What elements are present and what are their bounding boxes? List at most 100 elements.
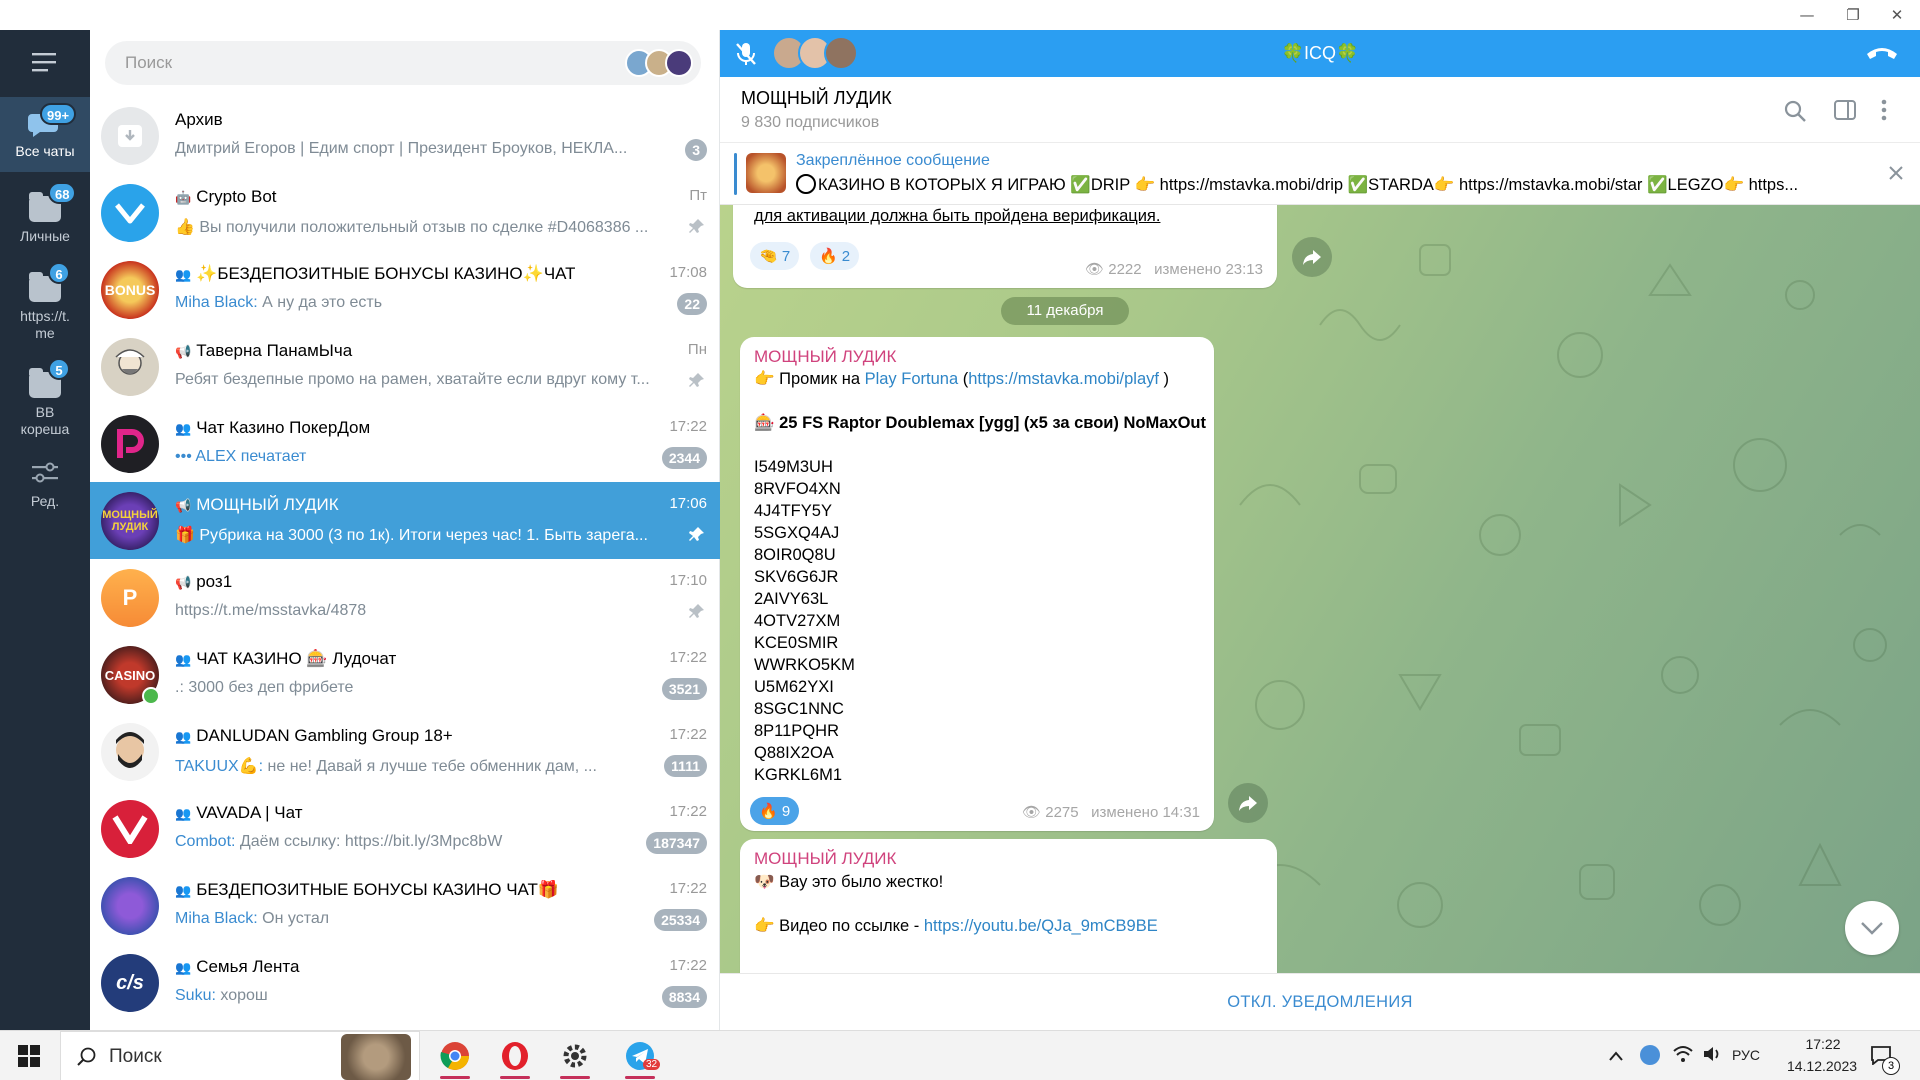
forward-icon [1303, 250, 1321, 265]
chat-row[interactable]: P 📢 роз1 17:10 https://t.me/msstavka/4878 [90, 559, 720, 636]
mute-button[interactable]: ОТКЛ. УВЕДОМЛЕНИЯ [1227, 993, 1412, 1012]
chat-row[interactable]: c/s 👥 Семья Лента 17:22 Suku: хорош 8834 [90, 944, 720, 1021]
chat-name: 📢 МОЩНЫЙ ЛУДИК [175, 495, 575, 515]
message-author[interactable]: МОЩНЫЙ ЛУДИК [754, 347, 896, 367]
pinned-label: Закреплённое сообщение [796, 152, 990, 169]
folder-bb-koresha[interactable]: BB кореша 5 [0, 358, 90, 438]
more-icon[interactable] [1880, 98, 1888, 127]
windows-start-icon[interactable] [18, 1045, 40, 1072]
online-indicator [142, 687, 160, 705]
chat-time: 17:22 [669, 880, 707, 897]
group-icon: 👥 [175, 421, 192, 436]
promo-code: KCE0SMIR [754, 634, 839, 652]
chat-row-selected[interactable]: МОЩНЫЙ ЛУДИК 📢 МОЩНЫЙ ЛУДИК 17:06 🎁 Рубрик… [90, 482, 720, 559]
pinned-message-bar[interactable]: Закреплённое сообщение КАЗИНО В КОТОРЫХ … [720, 143, 1920, 205]
taskbar-search[interactable]: Поиск [60, 1031, 420, 1080]
message-bubble[interactable]: МОЩНЫЙ ЛУДИК 🐶 Вау это было жестко! 👉 Ви… [740, 839, 1277, 973]
folder-label: Личные [20, 228, 70, 244]
forward-icon [1239, 796, 1257, 811]
promo-code: 8OIR0Q8U [754, 546, 836, 564]
reaction-count: 7 [781, 247, 791, 265]
minimize-button[interactable]: — [1784, 0, 1830, 30]
chat-preview: .: 3000 без деп фрибете [175, 679, 354, 696]
volume-icon[interactable] [1702, 1045, 1722, 1068]
unread-badge: 187347 [646, 832, 707, 854]
chat-row[interactable]: 👥 Чат Казино ПокерДом 17:22 ••• ALEX печа… [90, 405, 720, 482]
chevron-up-icon[interactable] [1608, 1048, 1624, 1068]
unread-badge: 8834 [661, 986, 707, 1008]
folder-personal[interactable]: Личные 68 [0, 182, 90, 252]
close-pinned-icon[interactable] [1887, 164, 1905, 187]
search-icon [77, 1047, 96, 1066]
pin-icon [689, 373, 704, 387]
promo-code: WWRKO5KM [754, 656, 855, 674]
chat-row[interactable]: CASINO 👥 ЧАТ КАЗИНО 🎰 Лудочат 17:22 .: 30… [90, 636, 720, 713]
pin-icon [689, 527, 704, 541]
close-button[interactable]: ✕ [1874, 0, 1920, 30]
message-bubble[interactable]: МОЩНЫЙ ЛУДИК 👉 Промик на Play Fortuna (h… [740, 337, 1214, 831]
story-avatar[interactable] [665, 49, 693, 77]
promo-code: 8P11PQHR [754, 722, 839, 740]
hamburger-icon[interactable] [30, 50, 60, 74]
clock-time[interactable]: 17:22 [1778, 1036, 1868, 1052]
chat-row[interactable]: 🤖 Crypto Bot Пт 👍 Вы получили положительн… [90, 174, 720, 251]
group-icon: 👥 [175, 806, 192, 821]
reaction-chip[interactable]: 🔥 2 [809, 242, 860, 270]
taskbar-app-settings[interactable] [550, 1031, 600, 1080]
taskbar-app-telegram[interactable]: 32 [615, 1031, 665, 1080]
preview-text: не не! Давай я лучше тебе обменник дам, … [263, 758, 597, 775]
preview-text: Даём ссылку: https://bit.ly/3Mpc8bW [235, 833, 503, 850]
search-input[interactable] [125, 41, 605, 85]
chat-time: 17:10 [669, 572, 707, 589]
hangup-icon[interactable] [1864, 40, 1900, 71]
text-link[interactable]: Play Fortuna [865, 370, 959, 388]
participant-avatar [824, 36, 858, 70]
unread-badge: 22 [677, 293, 707, 315]
tray-app-icon[interactable] [1640, 1045, 1660, 1065]
chat-title: VAVADA | Чат [196, 803, 303, 822]
taskbar-app-chrome[interactable] [430, 1031, 480, 1080]
edit-folders[interactable]: Ред. [0, 455, 90, 515]
text-span: ) [1158, 370, 1170, 388]
taskbar-app-opera[interactable] [490, 1031, 540, 1080]
unread-badge: 3521 [661, 678, 707, 700]
chat-row[interactable]: 👥 БЕЗДЕПОЗИТНЫЕ БОНУСЫ КАЗИНО ЧАТ🎁 17:22 … [90, 867, 720, 944]
chat-avatar: P [101, 569, 159, 627]
group-icon: 👥 [175, 883, 192, 898]
restore-button[interactable]: ❐ [1830, 0, 1876, 30]
chat-row[interactable]: BONUS 👥 ✨БЕЗДЕПОЗИТНЫЕ БОНУСЫ КАЗИНО✨ЧАТ … [90, 251, 720, 328]
folder-tme[interactable]: https://t.me 6 [0, 262, 90, 342]
search-icon[interactable] [1783, 99, 1807, 128]
chat-row[interactable]: 👥 DANLUDAN Gambling Group 18+ 17:22 TAKUU… [90, 713, 720, 790]
channel-icon: 📢 [175, 498, 192, 513]
reaction-chip[interactable]: 🔥 9 [750, 797, 800, 825]
reactions: 🔥 9 [750, 797, 805, 825]
chat-row[interactable]: 📢 Таверна ПанамЫча Пн Ребят бездепные про… [90, 328, 720, 405]
forward-button[interactable] [1292, 237, 1332, 277]
chat-row[interactable]: 👥 VAVADA | Чат 17:22 Combot: Даём ссылку:… [90, 790, 720, 867]
unread-badge: 1111 [664, 755, 707, 777]
chat-title: ✨БЕЗДЕПОЗИТНЫЕ БОНУСЫ КАЗИНО✨ЧАТ [196, 264, 575, 283]
chat-name: 👥 Чат Казино ПокерДом [175, 418, 575, 438]
chat-name: 👥 Семья Лента [175, 957, 575, 977]
chat-time: 17:22 [669, 649, 707, 666]
mic-muted-icon[interactable] [734, 41, 758, 72]
chat-title[interactable]: МОЩНЫЙ ЛУДИК [741, 88, 892, 109]
folder-all-chats[interactable]: Все чаты 99+ [0, 97, 90, 172]
group-call-bar[interactable]: 🍀ICQ🍀 [720, 30, 1920, 77]
scroll-down-button[interactable] [1845, 901, 1899, 955]
url-link[interactable]: https://youtu.be/QJa_9mCB9BE [924, 917, 1158, 935]
clock-date[interactable]: 14.12.2023 [1772, 1058, 1872, 1074]
message-author[interactable]: МОЩНЫЙ ЛУДИК [754, 849, 896, 869]
forward-button[interactable] [1228, 783, 1268, 823]
chat-row-archive[interactable]: Архив Дмитрий Егоров | Едим спорт | През… [90, 97, 720, 174]
reaction-count: 9 [781, 802, 791, 820]
channel-icon: 📢 [175, 575, 192, 590]
wifi-icon[interactable] [1672, 1045, 1694, 1068]
date-separator: 11 декабря [1001, 297, 1129, 325]
url-link[interactable]: https://mstavka.mobi/playf [968, 370, 1159, 388]
language-indicator[interactable]: РУС [1732, 1047, 1760, 1063]
sidebar-toggle-icon[interactable] [1833, 99, 1857, 126]
reaction-chip[interactable]: 🤏 7 [750, 242, 800, 270]
message-bubble[interactable]: для активации должна быть пройдена вериф… [733, 205, 1277, 288]
